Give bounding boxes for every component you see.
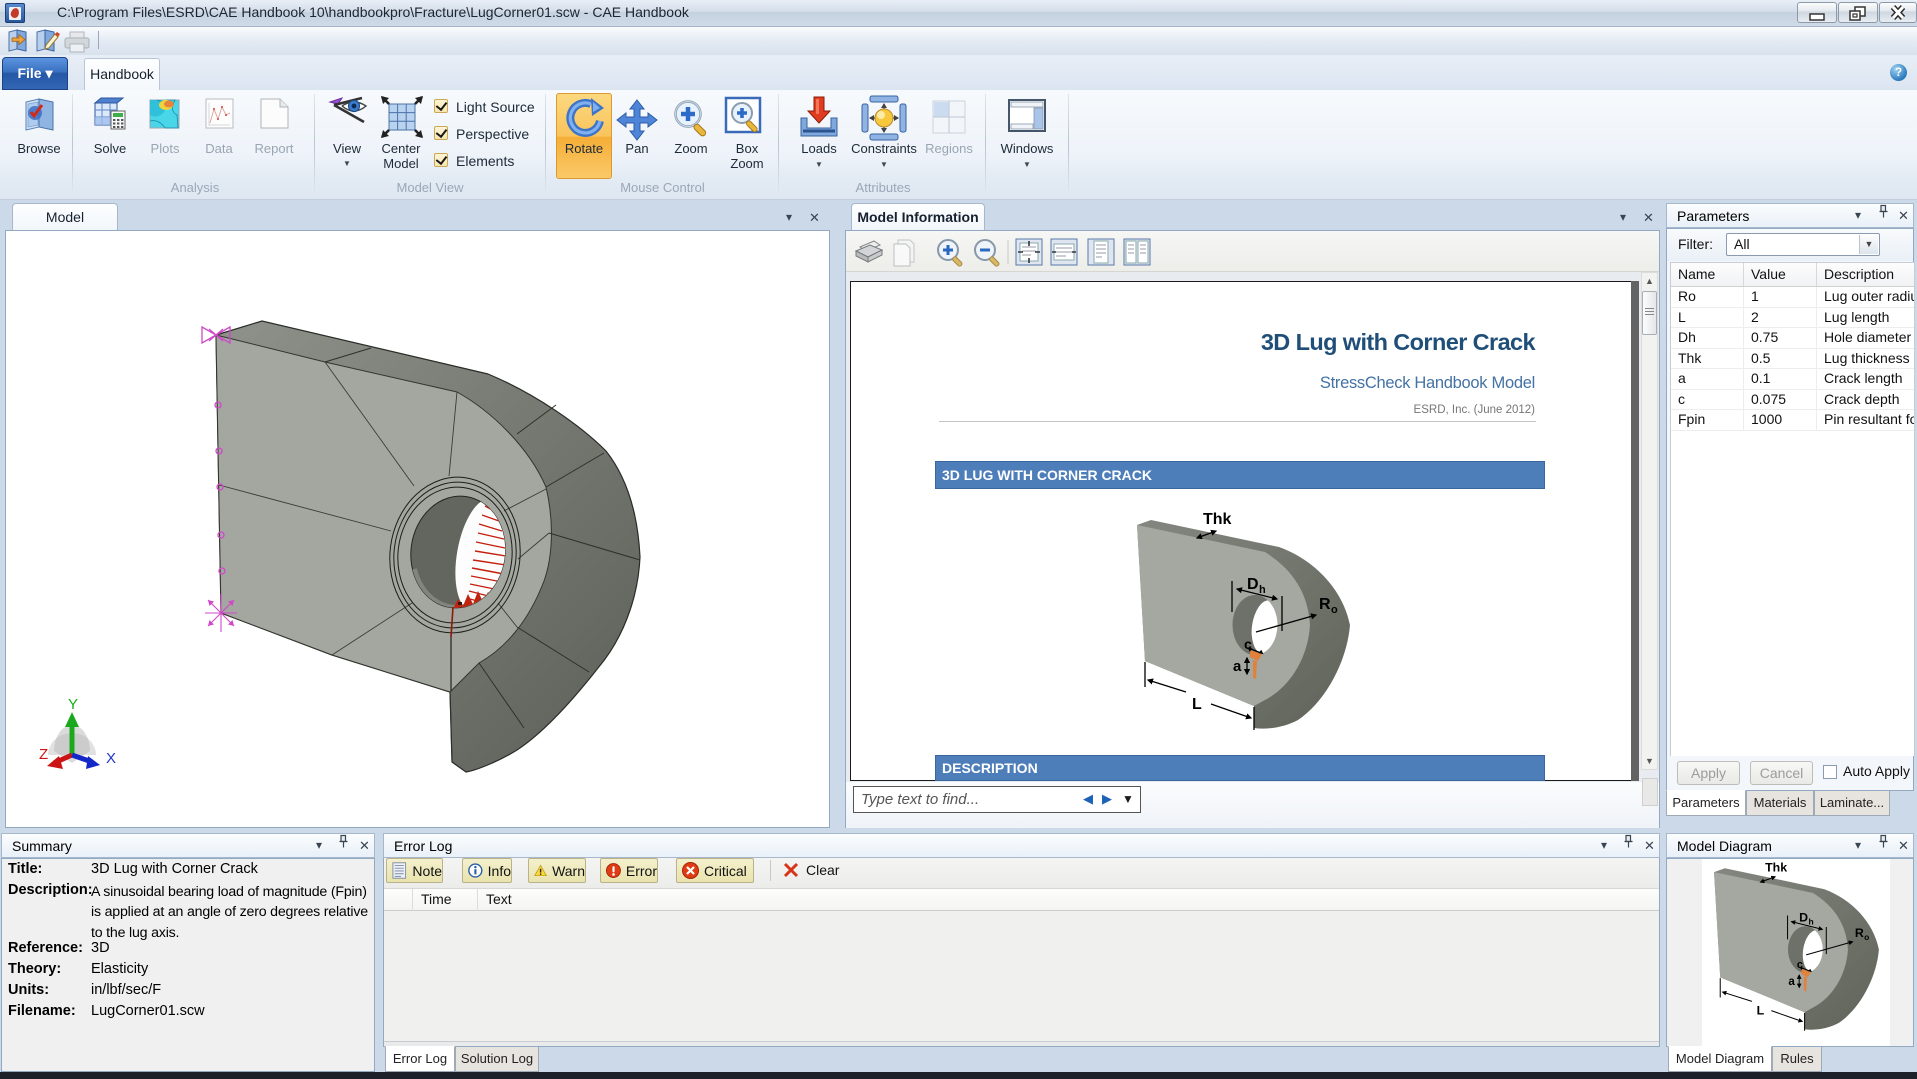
- svg-text:Z: Z: [39, 746, 48, 763]
- svg-text:X: X: [106, 750, 116, 767]
- svg-text:Y: Y: [68, 696, 78, 713]
